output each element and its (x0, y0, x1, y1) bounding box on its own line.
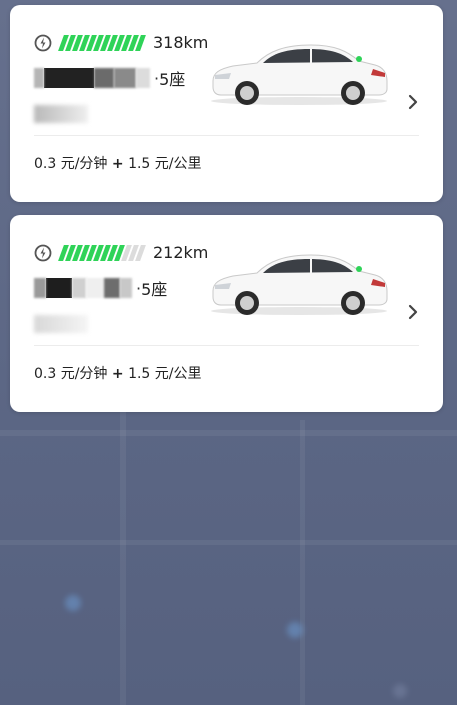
battery-status: 318km (34, 33, 208, 52)
plate-number-blurred (34, 278, 132, 298)
map-road (0, 540, 457, 545)
plate-row: · 5座 (34, 66, 185, 90)
chevron-right-icon[interactable] (407, 94, 419, 110)
seats-text: 5座 (159, 70, 186, 89)
car-image (211, 44, 388, 105)
battery-status: 212km (34, 243, 208, 262)
map-road (120, 410, 126, 705)
price-text: 0.3 元/分钟 + 1.5 元/公里 (34, 156, 202, 172)
seats-text: 5座 (141, 280, 168, 299)
battery-charge-icon (34, 244, 52, 261)
map-marker-icon (393, 684, 407, 698)
chevron-right-icon[interactable] (407, 304, 419, 320)
battery-level-bar (58, 244, 146, 261)
map-road (0, 430, 457, 436)
car-card[interactable]: 318km · 5座 0.3 元/分钟 + 1.5 元/公里 (10, 5, 443, 202)
map-road (300, 420, 305, 705)
plate-number-blurred (34, 68, 150, 88)
battery-charge-icon (34, 34, 52, 51)
plate-row: · 5座 (34, 276, 167, 300)
map-marker-icon (65, 595, 81, 611)
range-text: 318km (153, 33, 209, 52)
divider (34, 345, 419, 346)
battery-level-bar (58, 34, 146, 51)
model-name-blurred (34, 105, 88, 123)
car-card[interactable]: 212km · 5座 0.3 元/分钟 + 1.5 元/公里 (10, 215, 443, 412)
map-marker-icon (287, 622, 303, 638)
divider (34, 135, 419, 136)
model-name-blurred (34, 315, 88, 333)
price-text: 0.3 元/分钟 + 1.5 元/公里 (34, 366, 202, 382)
range-text: 212km (153, 243, 209, 262)
car-image (211, 254, 388, 315)
